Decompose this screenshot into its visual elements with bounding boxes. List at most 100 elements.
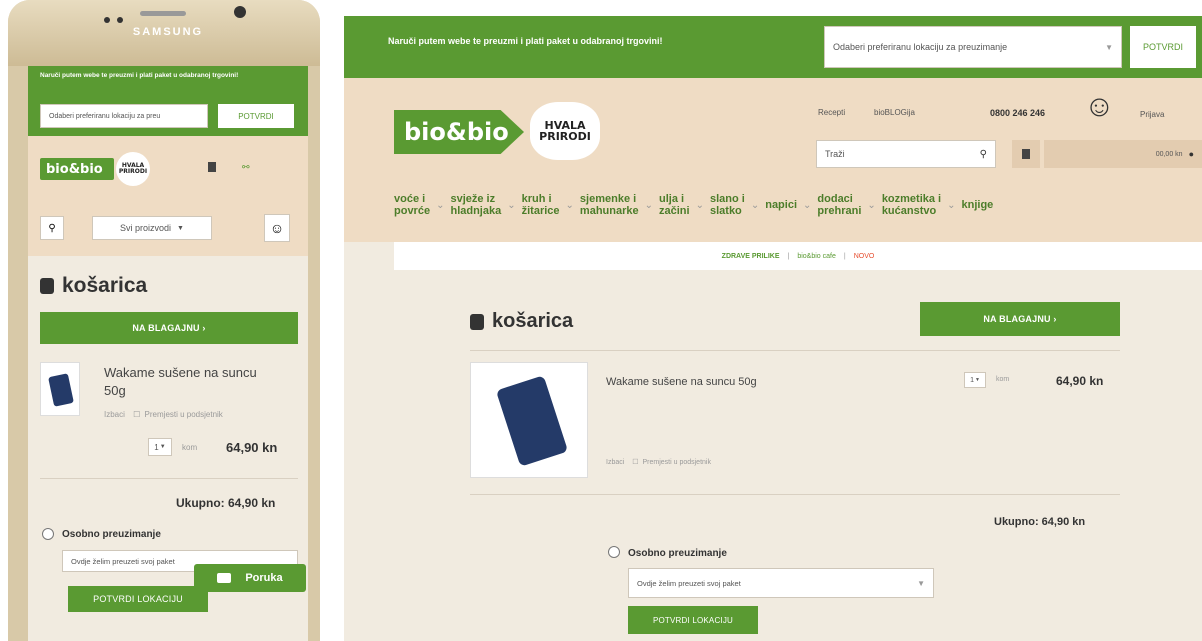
desktop-pickup-radio[interactable] xyxy=(608,546,620,558)
mobile-pickup-label: Osobno preuzimanje xyxy=(62,529,161,540)
mobile-total: Ukupno: 64,90 kn xyxy=(176,496,276,510)
desktop-item-actions: Izbaci ☐ Premjesti u podsjetnik xyxy=(606,458,711,466)
chevron-down-icon: ▼ xyxy=(177,224,184,232)
user-icon: ☺ xyxy=(269,220,285,236)
nav-sep: ⌄ xyxy=(644,199,654,211)
mobile-unit-label: kom xyxy=(182,443,198,452)
remove-link[interactable]: Izbaci xyxy=(104,410,125,419)
desktop-search-input[interactable]: Traži ⚲ xyxy=(816,140,996,168)
move-link[interactable]: Premjesti u podsjetnik xyxy=(642,459,710,466)
desktop-header: bio&bio HVALA PRIRODI Recepti bioBLOGija… xyxy=(344,78,1202,242)
basket-icon xyxy=(1022,149,1030,159)
sub-link-novo[interactable]: NOVO xyxy=(854,253,875,260)
desktop-title-divider xyxy=(470,350,1120,351)
desktop-location-select[interactable]: Odaberi preferiranu lokaciju za preuzima… xyxy=(824,26,1122,68)
reminder-icon: ☐ xyxy=(632,459,639,466)
desktop-unit-label: kom xyxy=(996,376,1010,383)
desktop-item-divider xyxy=(470,494,1120,495)
mobile-login-icon[interactable]: ⚯ xyxy=(242,162,256,172)
desktop-logo[interactable]: bio&bio xyxy=(394,110,524,154)
phone-sensor-dots xyxy=(104,10,130,23)
desktop-confirm-button[interactable]: POTVRDI xyxy=(1130,26,1196,68)
desktop-basket-button[interactable] xyxy=(1012,140,1040,168)
nav-sep: ⌄ xyxy=(750,199,760,211)
mobile-product-name[interactable]: Wakame sušene na suncu 50g xyxy=(104,364,264,400)
phone-speaker xyxy=(140,11,186,16)
nav-sep: ⌄ xyxy=(507,199,516,211)
nav-item-ulja[interactable]: ulja i začini xyxy=(659,193,690,217)
nav-item-napici[interactable]: napici xyxy=(765,199,797,211)
nav-sep: ⌄ xyxy=(436,199,445,211)
desktop-mascot-icon: ☺ xyxy=(1084,90,1115,123)
mobile-screen: Naruči putem webe te preuzmi i plati pak… xyxy=(28,66,308,641)
desktop-pickup-select[interactable]: Ovdje želim preuzeti svoj paket ▼ xyxy=(628,568,934,598)
desktop-promo-text: Naruči putem webe te preuzmi i plati pak… xyxy=(388,36,663,46)
desktop-phone: 0800 246 246 xyxy=(990,108,1046,118)
mobile-all-products-select[interactable]: Svi proizvodi ▼ xyxy=(92,216,212,240)
mobile-item-actions: Izbaci ☐ Premjesti u podsjetnik xyxy=(104,410,223,419)
mobile-hvala-badge: HVALA PRIRODI xyxy=(116,152,150,186)
phone-frame: SAMSUNG Naruči putem webe te preuzmi i p… xyxy=(8,0,320,641)
nav-item-voce[interactable]: voće i povrće xyxy=(394,193,430,217)
mobile-item-price: 64,90 kn xyxy=(226,440,278,455)
mobile-promo-bar: Naruči putem webe te preuzmi i plati pak… xyxy=(28,66,308,136)
nav-sep: ⌄ xyxy=(947,199,956,211)
basket-icon xyxy=(40,278,54,294)
remove-link[interactable]: Izbaci xyxy=(606,459,624,466)
phone-brand: SAMSUNG xyxy=(132,26,204,38)
search-icon[interactable]: ⚲ xyxy=(980,149,987,160)
mobile-checkout-button[interactable]: NA BLAGAJNU › xyxy=(40,312,298,344)
phone-top-bezel: SAMSUNG xyxy=(8,0,320,66)
desktop-pickup-label: Osobno preuzimanje xyxy=(628,548,727,559)
desktop-top-link-recepti[interactable]: Recepti xyxy=(818,108,845,117)
mobile-location-select[interactable]: Odaberi preferiranu lokaciju za preu xyxy=(40,104,208,128)
mobile-search-button[interactable]: ⚲ xyxy=(40,216,64,240)
mobile-mascot-button[interactable]: ☺ xyxy=(264,214,290,242)
desktop-item-price: 64,90 kn xyxy=(1056,374,1104,388)
desktop-cart-summary[interactable]: 00,00 kn ● xyxy=(1044,140,1202,168)
chevron-down-icon: ▼ xyxy=(917,578,925,588)
mobile-qty-select[interactable]: 1 ▼ xyxy=(148,438,172,456)
search-icon: ⚲ xyxy=(48,222,56,234)
nav-item-sjemenke[interactable]: sjemenke i mahunarke xyxy=(580,193,639,217)
desktop-sub-nav: ZDRAVE PRILIKE | bio&bio cafe | NOVO xyxy=(394,242,1202,270)
nav-item-kozmetika[interactable]: kozmetika i kućanstvo xyxy=(882,193,941,217)
mobile-promo-text: Naruči putem webe te preuzmi i plati pak… xyxy=(40,72,239,79)
desktop-main-nav: voće i povrće ⌄ svježe iz hladnjaka ⌄ kruh… xyxy=(394,190,1202,220)
nav-item-dodaci[interactable]: dodaci prehrani xyxy=(817,193,861,217)
desktop-confirm-location-button[interactable]: POTVRDI LOKACIJU xyxy=(628,606,758,634)
desktop-top-link-bioblogija[interactable]: bioBLOGija xyxy=(874,108,915,117)
desktop-product-name[interactable]: Wakame sušene na suncu 50g xyxy=(606,376,757,388)
desktop-hvala-badge: HVALA PRIRODI xyxy=(530,102,600,160)
mobile-pickup-radio[interactable] xyxy=(42,528,54,540)
move-link[interactable]: Premjesti u podsjetnik xyxy=(145,410,223,419)
desktop-promo-bar: Naruči putem webe te preuzmi i plati pak… xyxy=(344,16,1202,78)
desktop-checkout-button[interactable]: NA BLAGAJNU › xyxy=(920,302,1120,336)
basket-icon xyxy=(470,313,484,330)
nav-item-svjeze[interactable]: svježe iz hladnjaka xyxy=(450,193,501,217)
mail-icon xyxy=(217,573,232,583)
nav-item-knjige[interactable]: knjige xyxy=(962,199,994,211)
mobile-basket-icon[interactable] xyxy=(208,162,216,172)
sub-link-zdrave-prilike[interactable]: ZDRAVE PRILIKE xyxy=(722,253,780,260)
mobile-confirm-button[interactable]: POTVRDI xyxy=(218,104,294,128)
desktop-qty-select[interactable]: 1 ▼ xyxy=(964,372,986,388)
mobile-divider xyxy=(40,478,298,479)
nav-item-slano[interactable]: slano i slatko xyxy=(710,193,745,217)
mobile-logo[interactable]: bio&bio xyxy=(40,158,114,180)
mobile-message-button[interactable]: Poruka xyxy=(194,564,306,592)
nav-sep: ⌄ xyxy=(867,199,876,211)
desktop-login-link[interactable]: Prijava xyxy=(1140,110,1164,119)
nav-sep: ⌄ xyxy=(803,199,812,211)
desktop-product-image[interactable] xyxy=(470,362,588,478)
nav-item-kruh[interactable]: kruh i žitarice xyxy=(522,193,560,217)
phone-camera xyxy=(234,6,246,18)
desktop-browser: Naruči putem webe te preuzmi i plati pak… xyxy=(344,16,1202,641)
sub-link-cafe[interactable]: bio&bio cafe xyxy=(797,253,836,260)
mobile-product-image[interactable] xyxy=(40,362,80,416)
reminder-icon: ☐ xyxy=(133,410,141,419)
desktop-cart-title: košarica xyxy=(470,310,573,333)
mobile-confirm-location-button[interactable]: POTVRDI LOKACIJU xyxy=(68,586,208,612)
nav-sep: ⌄ xyxy=(565,199,574,211)
user-icon: ● xyxy=(1188,149,1194,159)
